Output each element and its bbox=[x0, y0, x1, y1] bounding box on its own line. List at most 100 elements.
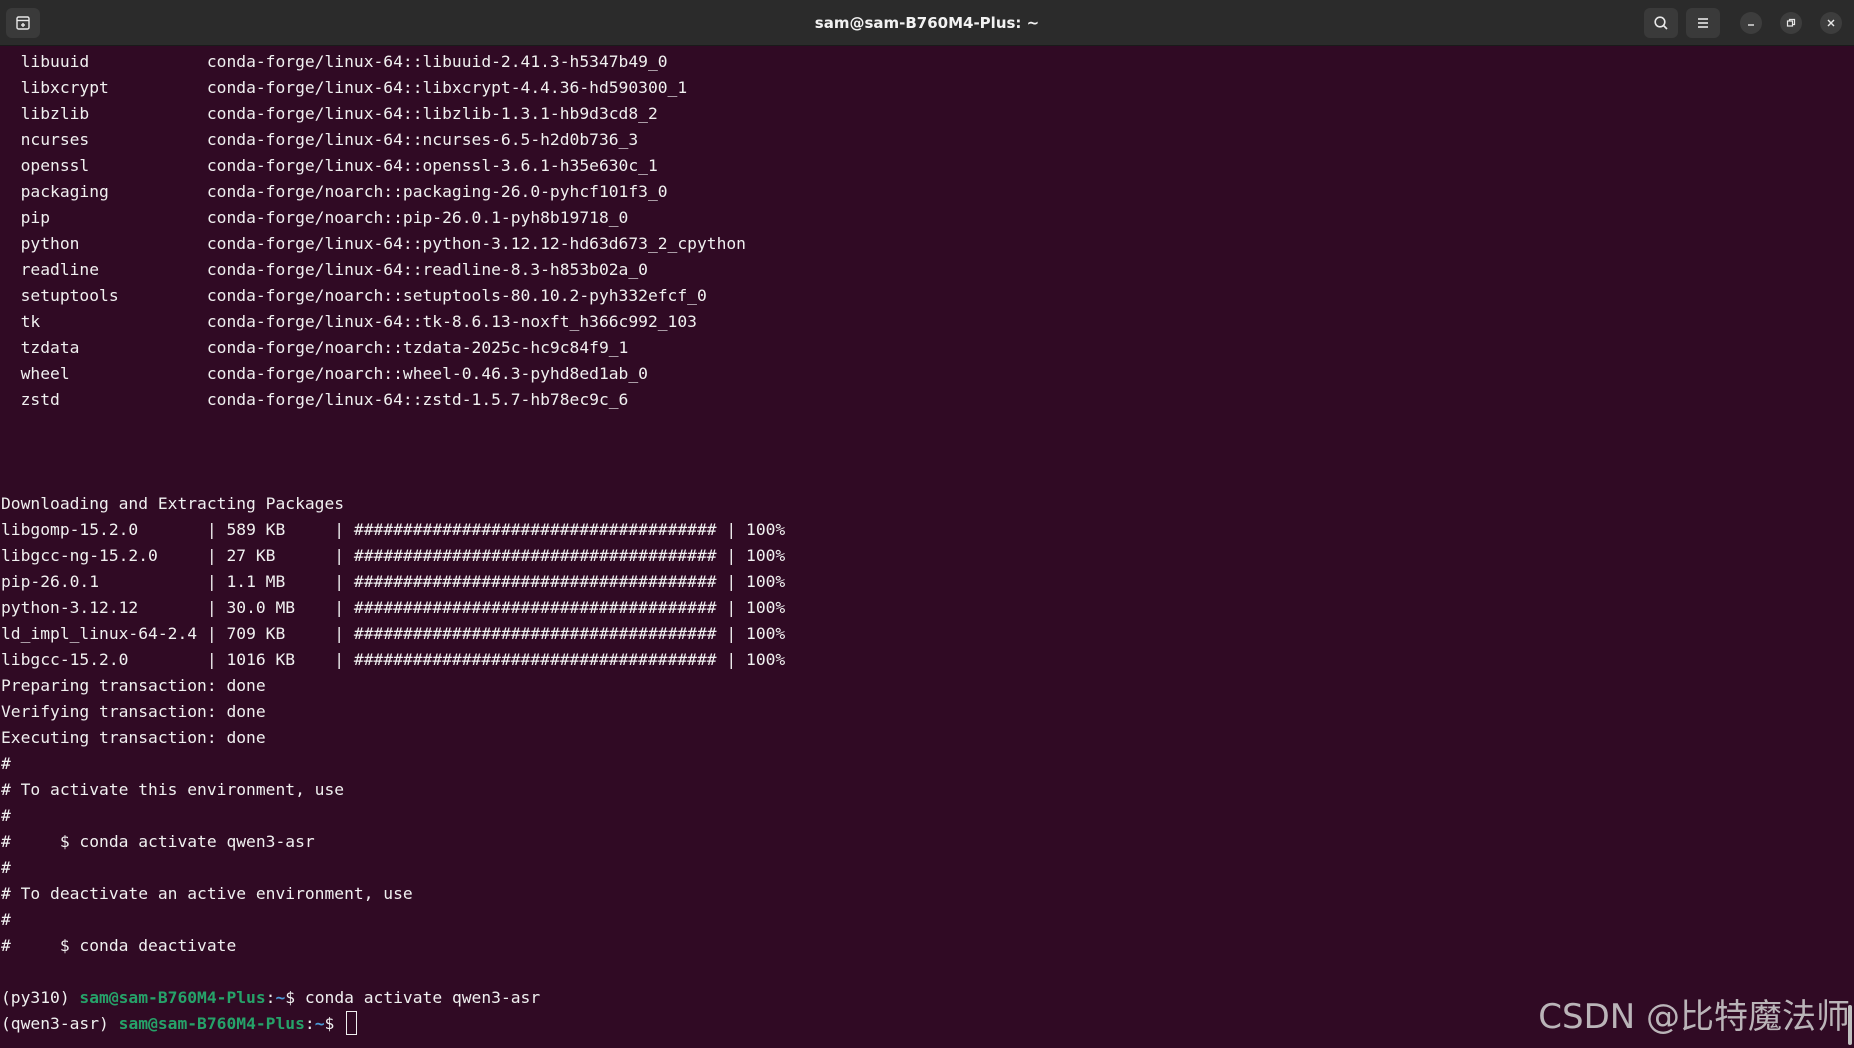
download-percent: 100% bbox=[746, 598, 786, 617]
package-name: readline bbox=[1, 260, 207, 279]
package-line: tzdata conda-forge/noarch::tzdata-2025c-… bbox=[1, 335, 1853, 361]
status-line: Preparing transaction: done bbox=[1, 673, 1853, 699]
package-name: libxcrypt bbox=[1, 78, 207, 97]
download-size: 1.1 MB bbox=[226, 572, 335, 591]
package-spec: conda-forge/noarch::tzdata-2025c-hc9c84f… bbox=[206, 338, 629, 357]
package-line: openssl conda-forge/linux-64::openssl-3.… bbox=[1, 153, 1853, 179]
search-button[interactable] bbox=[1644, 8, 1678, 38]
terminal-text: | bbox=[716, 650, 747, 669]
csdn-watermark: CSDN @比特魔法师 bbox=[1538, 997, 1850, 1037]
comment-text: # bbox=[1, 858, 11, 877]
download-progress-bar: ##################################### bbox=[353, 546, 717, 565]
download-percent: 100% bbox=[746, 624, 786, 643]
minimize-button[interactable] bbox=[1740, 12, 1762, 34]
download-size: 27 KB bbox=[226, 546, 335, 565]
comment-text: # bbox=[1, 910, 11, 929]
status-line: Executing transaction: done bbox=[1, 725, 1853, 751]
prompt-user-host: sam@sam-B760M4-Plus bbox=[79, 988, 266, 1007]
download-size: 30.0 MB bbox=[226, 598, 335, 617]
comment-text: # $ conda activate qwen3-asr bbox=[1, 832, 315, 851]
comment-line: # $ conda deactivate bbox=[1, 933, 1853, 959]
package-line: tk conda-forge/linux-64::tk-8.6.13-noxft… bbox=[1, 309, 1853, 335]
package-name: pip bbox=[1, 208, 207, 227]
package-spec: conda-forge/linux-64::ncurses-6.5-h2d0b7… bbox=[206, 130, 639, 149]
close-button[interactable] bbox=[1820, 12, 1842, 34]
download-size: 709 KB bbox=[226, 624, 335, 643]
terminal-text: | bbox=[206, 520, 227, 539]
package-line: libxcrypt conda-forge/linux-64::libxcryp… bbox=[1, 75, 1853, 101]
download-name: pip-26.0.1 bbox=[1, 572, 207, 591]
package-name: libzlib bbox=[1, 104, 207, 123]
package-line: ncurses conda-forge/linux-64::ncurses-6.… bbox=[1, 127, 1853, 153]
package-spec: conda-forge/noarch::packaging-26.0-pyhcf… bbox=[206, 182, 668, 201]
window-title: sam@sam-B760M4-Plus: ~ bbox=[814, 14, 1040, 32]
terminal-text: | bbox=[206, 598, 227, 617]
terminal-scrollbar[interactable] bbox=[1848, 1005, 1852, 1045]
title-bar: sam@sam-B760M4-Plus: ~ bbox=[0, 0, 1854, 46]
terminal-text: | bbox=[206, 650, 227, 669]
package-line: packaging conda-forge/noarch::packaging-… bbox=[1, 179, 1853, 205]
terminal-text: | bbox=[334, 546, 354, 565]
prompt-dollar: $ bbox=[324, 1014, 345, 1033]
terminal-text: | bbox=[716, 572, 747, 591]
comment-text: # To deactivate an active environment, u… bbox=[1, 884, 413, 903]
package-line: setuptools conda-forge/noarch::setuptool… bbox=[1, 283, 1853, 309]
download-line: libgomp-15.2.0 | 589 KB | ##############… bbox=[1, 517, 1853, 543]
download-percent: 100% bbox=[746, 546, 786, 565]
terminal-text: | bbox=[334, 624, 354, 643]
terminal-text: | bbox=[334, 520, 354, 539]
terminal-text: | bbox=[716, 624, 747, 643]
package-name: packaging bbox=[1, 182, 207, 201]
terminal-text: | bbox=[716, 546, 747, 565]
terminal-text: | bbox=[716, 520, 747, 539]
comment-text: # To activate this environment, use bbox=[1, 780, 345, 799]
download-name: libgcc-15.2.0 bbox=[1, 650, 207, 669]
package-spec: conda-forge/linux-64::readline-8.3-h853b… bbox=[206, 260, 648, 279]
download-progress-bar: ##################################### bbox=[353, 650, 717, 669]
download-line: python-3.12.12 | 30.0 MB | #############… bbox=[1, 595, 1853, 621]
package-line: libzlib conda-forge/linux-64::libzlib-1.… bbox=[1, 101, 1853, 127]
comment-text: # bbox=[1, 754, 11, 773]
comment-line: # $ conda activate qwen3-asr bbox=[1, 829, 1853, 855]
download-header: Downloading and Extracting Packages bbox=[1, 491, 1853, 517]
download-progress-bar: ##################################### bbox=[353, 572, 717, 591]
terminal-text: | bbox=[206, 624, 227, 643]
menu-button[interactable] bbox=[1686, 8, 1720, 38]
restore-button[interactable] bbox=[1780, 12, 1802, 34]
prompt-command: conda activate qwen3-asr bbox=[304, 988, 541, 1007]
search-icon bbox=[1654, 16, 1668, 30]
download-percent: 100% bbox=[746, 520, 786, 539]
prompt-separator: : bbox=[304, 1014, 315, 1033]
package-spec: conda-forge/linux-64::libxcrypt-4.4.36-h… bbox=[206, 78, 688, 97]
status-line: Verifying transaction: done bbox=[1, 699, 1853, 725]
package-line: python conda-forge/linux-64::python-3.12… bbox=[1, 231, 1853, 257]
package-name: setuptools bbox=[1, 286, 207, 305]
package-name: tk bbox=[1, 312, 207, 331]
package-spec: conda-forge/linux-64::zstd-1.5.7-hb78ec9… bbox=[206, 390, 629, 409]
package-line: zstd conda-forge/linux-64::zstd-1.5.7-hb… bbox=[1, 387, 1853, 413]
comment-line: # bbox=[1, 803, 1853, 829]
comment-line: # To deactivate an active environment, u… bbox=[1, 881, 1853, 907]
package-spec: conda-forge/noarch::setuptools-80.10.2-p… bbox=[206, 286, 707, 305]
prompt-env: (py310) bbox=[1, 988, 80, 1007]
download-percent: 100% bbox=[746, 650, 786, 669]
package-name: wheel bbox=[1, 364, 207, 383]
prompt-separator: : bbox=[265, 988, 276, 1007]
status-text: Executing transaction: done bbox=[1, 728, 266, 747]
terminal-output[interactable]: libuuid conda-forge/linux-64::libuuid-2.… bbox=[1, 49, 1853, 1044]
terminal-text: | bbox=[334, 650, 354, 669]
download-line: libgcc-ng-15.2.0 | 27 KB | #############… bbox=[1, 543, 1853, 569]
package-name: libuuid bbox=[1, 52, 207, 71]
package-spec: conda-forge/noarch::wheel-0.46.3-pyhd8ed… bbox=[206, 364, 648, 383]
close-icon bbox=[1827, 19, 1835, 27]
download-size: 589 KB bbox=[226, 520, 335, 539]
comment-line: # bbox=[1, 907, 1853, 933]
terminal-text: | bbox=[716, 598, 747, 617]
download-progress-bar: ##################################### bbox=[353, 520, 717, 539]
prompt-env: (qwen3-asr) bbox=[1, 1014, 119, 1033]
prompt-path: ~ bbox=[314, 1014, 325, 1033]
download-line: ld_impl_linux-64-2.4 | 709 KB | ########… bbox=[1, 621, 1853, 647]
download-line: libgcc-15.2.0 | 1016 KB | ##############… bbox=[1, 647, 1853, 673]
